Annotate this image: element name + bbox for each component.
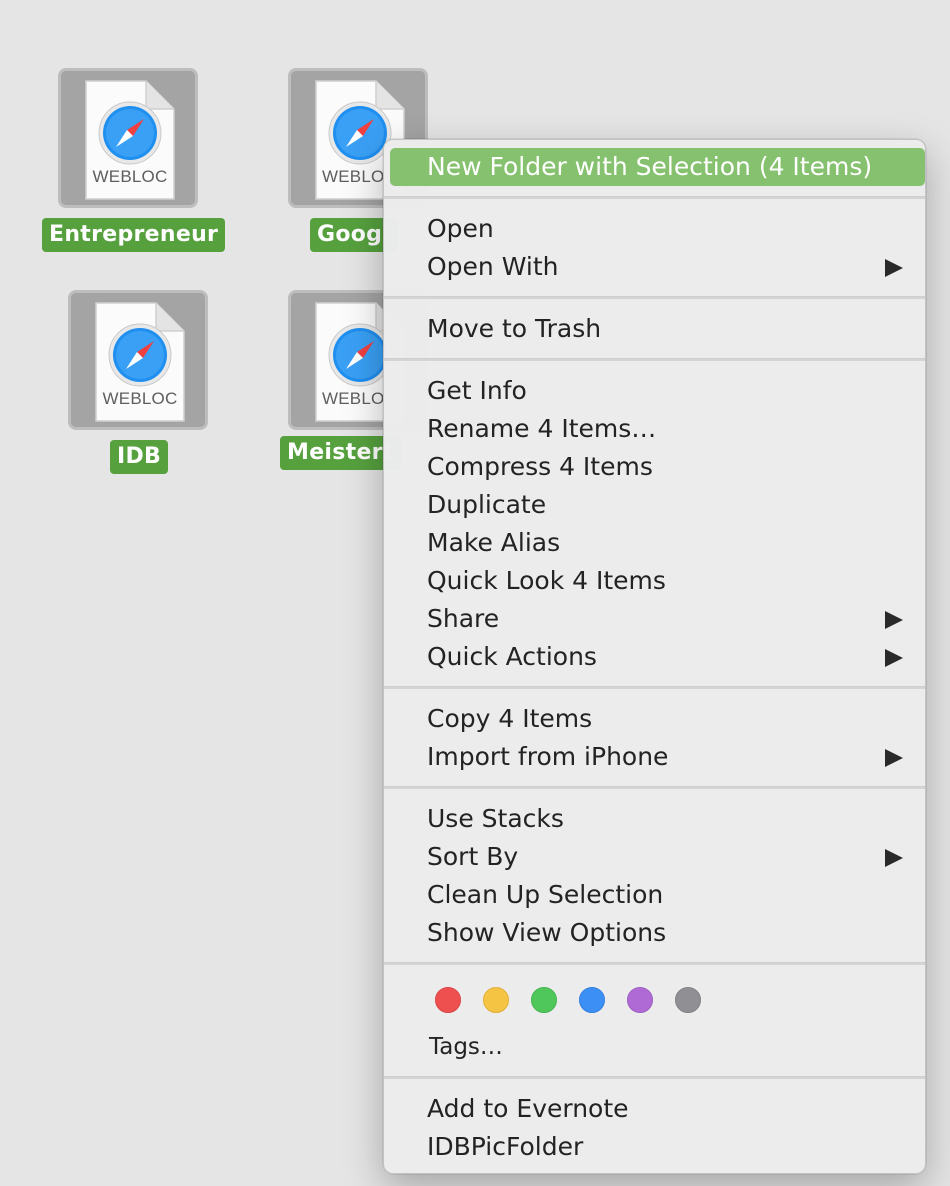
context-menu[interactable]: New Folder with Selection (4 Items) Open… bbox=[383, 139, 926, 1174]
menu-item-label: Move to Trash bbox=[427, 314, 602, 343]
webloc-document-icon: WEBLOC bbox=[94, 301, 186, 423]
menu-item-open-with[interactable]: Open With bbox=[384, 248, 925, 286]
menu-separator bbox=[384, 1076, 925, 1079]
menu-item-label: Tags… bbox=[429, 1034, 503, 1060]
menu-separator bbox=[384, 962, 925, 965]
menu-item-rename[interactable]: Rename 4 Items… bbox=[384, 410, 925, 448]
menu-item-label: Add to Evernote bbox=[427, 1094, 629, 1123]
menu-item-label: Copy 4 Items bbox=[427, 704, 593, 733]
menu-item-tags[interactable]: Tags… bbox=[384, 1028, 925, 1066]
red-tag-dot[interactable] bbox=[435, 987, 461, 1013]
blue-tag-dot[interactable] bbox=[579, 987, 605, 1013]
menu-item-label: Rename 4 Items… bbox=[427, 414, 657, 443]
menu-item-quick-actions[interactable]: Quick Actions bbox=[384, 638, 925, 676]
menu-item-label: Duplicate bbox=[427, 490, 547, 519]
menu-item-import-from-iphone[interactable]: Import from iPhone bbox=[384, 738, 925, 776]
gray-tag-dot[interactable] bbox=[675, 987, 701, 1013]
safari-compass-icon bbox=[98, 101, 162, 165]
menu-item-label: Compress 4 Items bbox=[427, 452, 653, 481]
submenu-arrow-icon bbox=[885, 649, 903, 667]
menu-item-label: Quick Look 4 Items bbox=[427, 566, 666, 595]
menu-item-label: Use Stacks bbox=[427, 804, 564, 833]
menu-item-add-to-evernote[interactable]: Add to Evernote bbox=[384, 1090, 925, 1128]
desktop[interactable]: WEBLOC Entrepreneur WEBLO Googl WEBLOC I… bbox=[0, 0, 950, 1186]
menu-item-label: Open bbox=[427, 214, 494, 243]
menu-separator bbox=[384, 358, 925, 361]
menu-item-copy[interactable]: Copy 4 Items bbox=[384, 700, 925, 738]
menu-item-label: Sort By bbox=[427, 842, 519, 871]
menu-item-duplicate[interactable]: Duplicate bbox=[384, 486, 925, 524]
submenu-arrow-icon bbox=[885, 259, 903, 277]
submenu-arrow-icon bbox=[885, 849, 903, 867]
menu-item-label: Quick Actions bbox=[427, 642, 597, 671]
file-type-label: WEBLOC bbox=[102, 389, 178, 408]
submenu-arrow-icon bbox=[885, 611, 903, 629]
menu-separator bbox=[384, 296, 925, 299]
file-name-label[interactable]: Entrepreneur bbox=[42, 218, 226, 252]
menu-item-open[interactable]: Open bbox=[384, 210, 925, 248]
menu-separator bbox=[384, 196, 925, 199]
menu-item-label: Open With bbox=[427, 252, 559, 281]
yellow-tag-dot[interactable] bbox=[483, 987, 509, 1013]
menu-item-clean-up-selection[interactable]: Clean Up Selection bbox=[384, 876, 925, 914]
menu-separator bbox=[384, 786, 925, 789]
menu-item-label: Clean Up Selection bbox=[427, 880, 664, 909]
menu-item-label: Share bbox=[427, 604, 500, 633]
menu-item-label: Make Alias bbox=[427, 528, 561, 557]
menu-item-quick-look[interactable]: Quick Look 4 Items bbox=[384, 562, 925, 600]
file-thumbnail[interactable]: WEBLOC bbox=[68, 290, 208, 430]
menu-item-idbpicfolder[interactable]: IDBPicFolder bbox=[384, 1128, 925, 1166]
menu-item-sort-by[interactable]: Sort By bbox=[384, 838, 925, 876]
menu-item-label: IDBPicFolder bbox=[427, 1132, 584, 1161]
purple-tag-dot[interactable] bbox=[627, 987, 653, 1013]
file-name-label[interactable]: IDB bbox=[110, 440, 169, 474]
green-tag-dot[interactable] bbox=[531, 987, 557, 1013]
webloc-document-icon: WEBLOC bbox=[84, 79, 176, 201]
menu-item-compress[interactable]: Compress 4 Items bbox=[384, 448, 925, 486]
menu-separator bbox=[384, 686, 925, 689]
safari-compass-icon bbox=[108, 323, 172, 387]
menu-item-new-folder-with-selection[interactable]: New Folder with Selection (4 Items) bbox=[390, 148, 925, 186]
menu-item-make-alias[interactable]: Make Alias bbox=[384, 524, 925, 562]
menu-item-label: Get Info bbox=[427, 376, 527, 405]
menu-item-share[interactable]: Share bbox=[384, 600, 925, 638]
file-thumbnail[interactable]: WEBLOC bbox=[58, 68, 198, 208]
menu-item-label: New Folder with Selection (4 Items) bbox=[427, 152, 873, 181]
menu-item-label: Show View Options bbox=[427, 918, 667, 947]
menu-item-use-stacks[interactable]: Use Stacks bbox=[384, 800, 925, 838]
file-type-label: WEBLOC bbox=[92, 167, 168, 186]
menu-item-label: Import from iPhone bbox=[427, 742, 669, 771]
menu-item-get-info[interactable]: Get Info bbox=[384, 372, 925, 410]
submenu-arrow-icon bbox=[885, 749, 903, 767]
menu-item-show-view-options[interactable]: Show View Options bbox=[384, 914, 925, 952]
menu-item-move-to-trash[interactable]: Move to Trash bbox=[384, 310, 925, 348]
